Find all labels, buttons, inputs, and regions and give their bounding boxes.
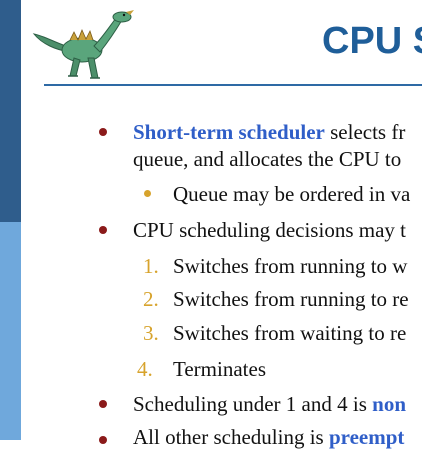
bullet-1-text: Short-term scheduler selects fr [133, 119, 405, 145]
item-text: Switches from waiting to re [173, 321, 407, 345]
bullet-3-pre: Scheduling under 1 and 4 is [133, 392, 373, 416]
bullet-4-text: All other scheduling is preempt [133, 424, 404, 450]
item-text: Switches from running to w [173, 254, 408, 278]
item-number: 2. [143, 287, 159, 311]
item-text: Switches from running to re [173, 287, 409, 311]
keyword-short-term-scheduler: Short-term scheduler [133, 120, 325, 144]
bullet-dot [99, 400, 107, 408]
slide-title: CPU S [322, 20, 422, 62]
item-number: 4. [137, 357, 153, 381]
sub-bullet-text: Queue may be ordered in va [173, 182, 411, 206]
bullet-dot [99, 226, 107, 234]
item-number: 1. [143, 254, 159, 278]
item-text: Terminates [173, 357, 266, 381]
keyword-nonpreemptive: non [372, 392, 406, 416]
bullet-4-pre: All other scheduling is [133, 425, 329, 449]
sidebar-dark-band [0, 0, 21, 222]
title-underline [44, 84, 422, 86]
bullet-dot [99, 128, 107, 136]
bullet-1-rest: selects fr [324, 120, 406, 144]
item-number: 3. [143, 321, 159, 345]
slide-sidebar [0, 0, 21, 440]
dinosaur-logo-icon [32, 10, 134, 79]
sub-bullet-dot [144, 190, 151, 197]
bullet-1-continuation: queue, and allocates the CPU to [133, 147, 402, 171]
bullet-3-text: Scheduling under 1 and 4 is non [133, 391, 406, 417]
bullet-2-text: CPU scheduling decisions may t [133, 218, 406, 242]
bullet-dot [99, 436, 107, 444]
keyword-preemptive: preempt [328, 425, 405, 449]
